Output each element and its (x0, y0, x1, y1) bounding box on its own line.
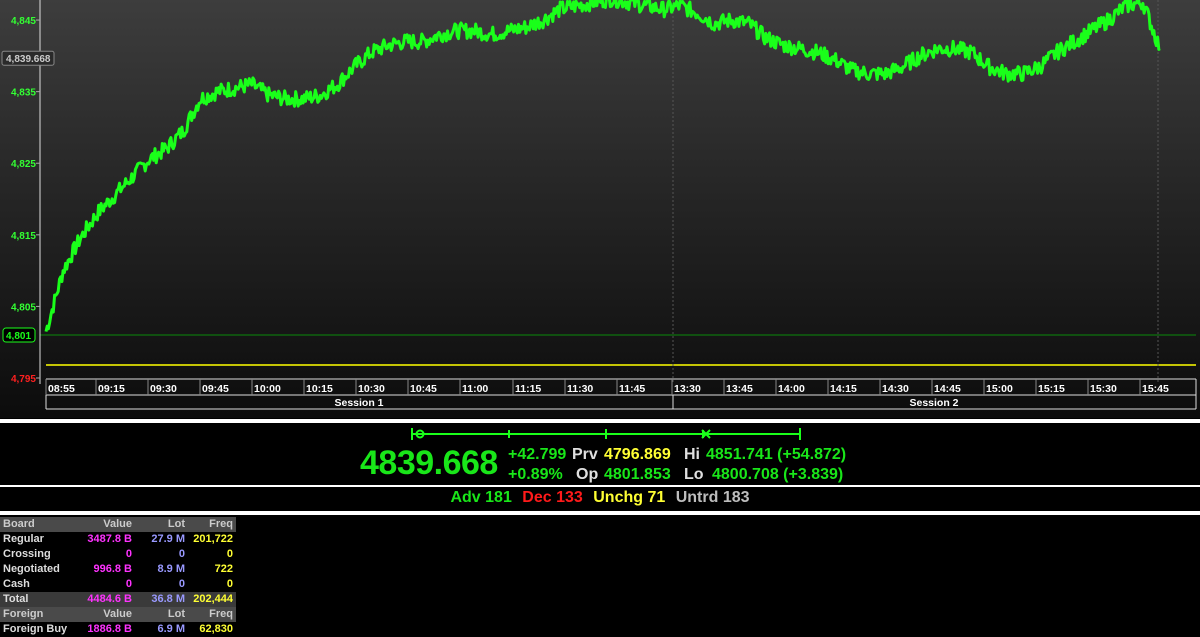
x-tick-label: 13:45 (726, 383, 753, 395)
x-tick-label: 14:00 (778, 383, 805, 395)
x-tick-label: 08:55 (48, 383, 75, 395)
session-label: Session 2 (909, 397, 958, 409)
x-tick-label: 15:45 (1142, 383, 1169, 395)
index-price-line (44, 0, 1161, 332)
x-tick-label: 14:30 (882, 383, 909, 395)
y-tick-label: 4,835 (11, 88, 36, 99)
session-label: Session 1 (334, 397, 383, 409)
high-label: Hi (684, 446, 700, 463)
x-tick-label: 13:30 (674, 383, 701, 395)
market-breadth: Adv 181 Dec 133 Unchg 71 Untrd 183 (0, 489, 1200, 511)
y-tick-label: 4,805 (11, 302, 36, 313)
untraded: Untrd 183 (675, 489, 750, 506)
open-label: Op (576, 466, 599, 483)
range-bar (411, 428, 801, 440)
high-value: 4851.741 (+54.872) (706, 446, 847, 463)
table-row: Cash 0 0 0 (3, 578, 233, 590)
y-tick-label: 4,825 (11, 159, 36, 170)
x-tick-label: 09:45 (202, 383, 229, 395)
x-tick-label: 14:15 (830, 383, 857, 395)
x-tick-label: 10:15 (306, 383, 333, 395)
x-tick-label: 14:45 (934, 383, 961, 395)
decliners: Dec 133 (522, 489, 583, 506)
x-tick-label: 15:00 (986, 383, 1013, 395)
prev-label: Prv (572, 446, 598, 463)
x-tick-label: 11:15 (515, 383, 541, 395)
x-tick-label: 15:30 (1090, 383, 1117, 395)
divider (0, 419, 1200, 423)
table-row: Crossing 0 0 0 (3, 548, 233, 560)
change-value: +42.799 (508, 446, 567, 463)
open-value: 4801.853 (604, 466, 671, 483)
last-price: 4839.668 (360, 444, 498, 482)
board-summary-table: Board Value Lot Freq Regular 3487.8 B 27.9… (0, 517, 236, 637)
divider (0, 511, 1200, 515)
x-tick-label: 10:30 (358, 383, 385, 395)
divider (0, 485, 1200, 487)
table-row: Negotiated 996.8 B 8.9 M 722 (3, 563, 233, 575)
prev-value: 4796.869 (604, 446, 671, 463)
last-price-tag-label: 4,839.668 (6, 54, 51, 65)
table-row: Regular 3487.8 B 27.9 M 201,722 (3, 533, 233, 545)
x-tick-label: 09:30 (150, 383, 177, 395)
y-tick-label: 4,845 (11, 16, 36, 27)
x-tick-label: 10:45 (410, 383, 437, 395)
advancers: Adv 181 (450, 489, 512, 506)
x-tick-label: 09:15 (98, 383, 125, 395)
x-tick-label: 10:00 (254, 383, 281, 395)
open-price-tag-label: 4,801 (6, 331, 31, 342)
low-value: 4800.708 (+3.839) (712, 466, 844, 483)
intraday-chart[interactable]: 4,845 4,835 4,825 4,815 4,805 4,795 4,839.668 4… (0, 0, 1200, 418)
table-total-row: Total 4484.6 B 36.8 M 202,444 (0, 592, 236, 607)
foreign-header: Foreign Value Lot Freq (0, 607, 236, 622)
y-tick-label: 4,815 (11, 231, 36, 242)
x-tick-label: 15:15 (1038, 383, 1065, 395)
table-header: Board Value Lot Freq (0, 517, 236, 532)
quote-panel (0, 426, 1200, 484)
change-percent: +0.89% (508, 466, 563, 483)
x-tick-label: 11:45 (619, 383, 645, 395)
intraday-chart-panel[interactable]: 4,845 4,835 4,825 4,815 4,805 4,795 4,839.668 4… (0, 0, 1200, 418)
low-label: Lo (684, 466, 704, 483)
x-tick-label: 11:00 (462, 383, 488, 395)
y-tick-label: 4,795 (11, 374, 36, 385)
x-tick-label: 11:30 (567, 383, 593, 395)
unchanged: Unchg 71 (593, 489, 666, 506)
